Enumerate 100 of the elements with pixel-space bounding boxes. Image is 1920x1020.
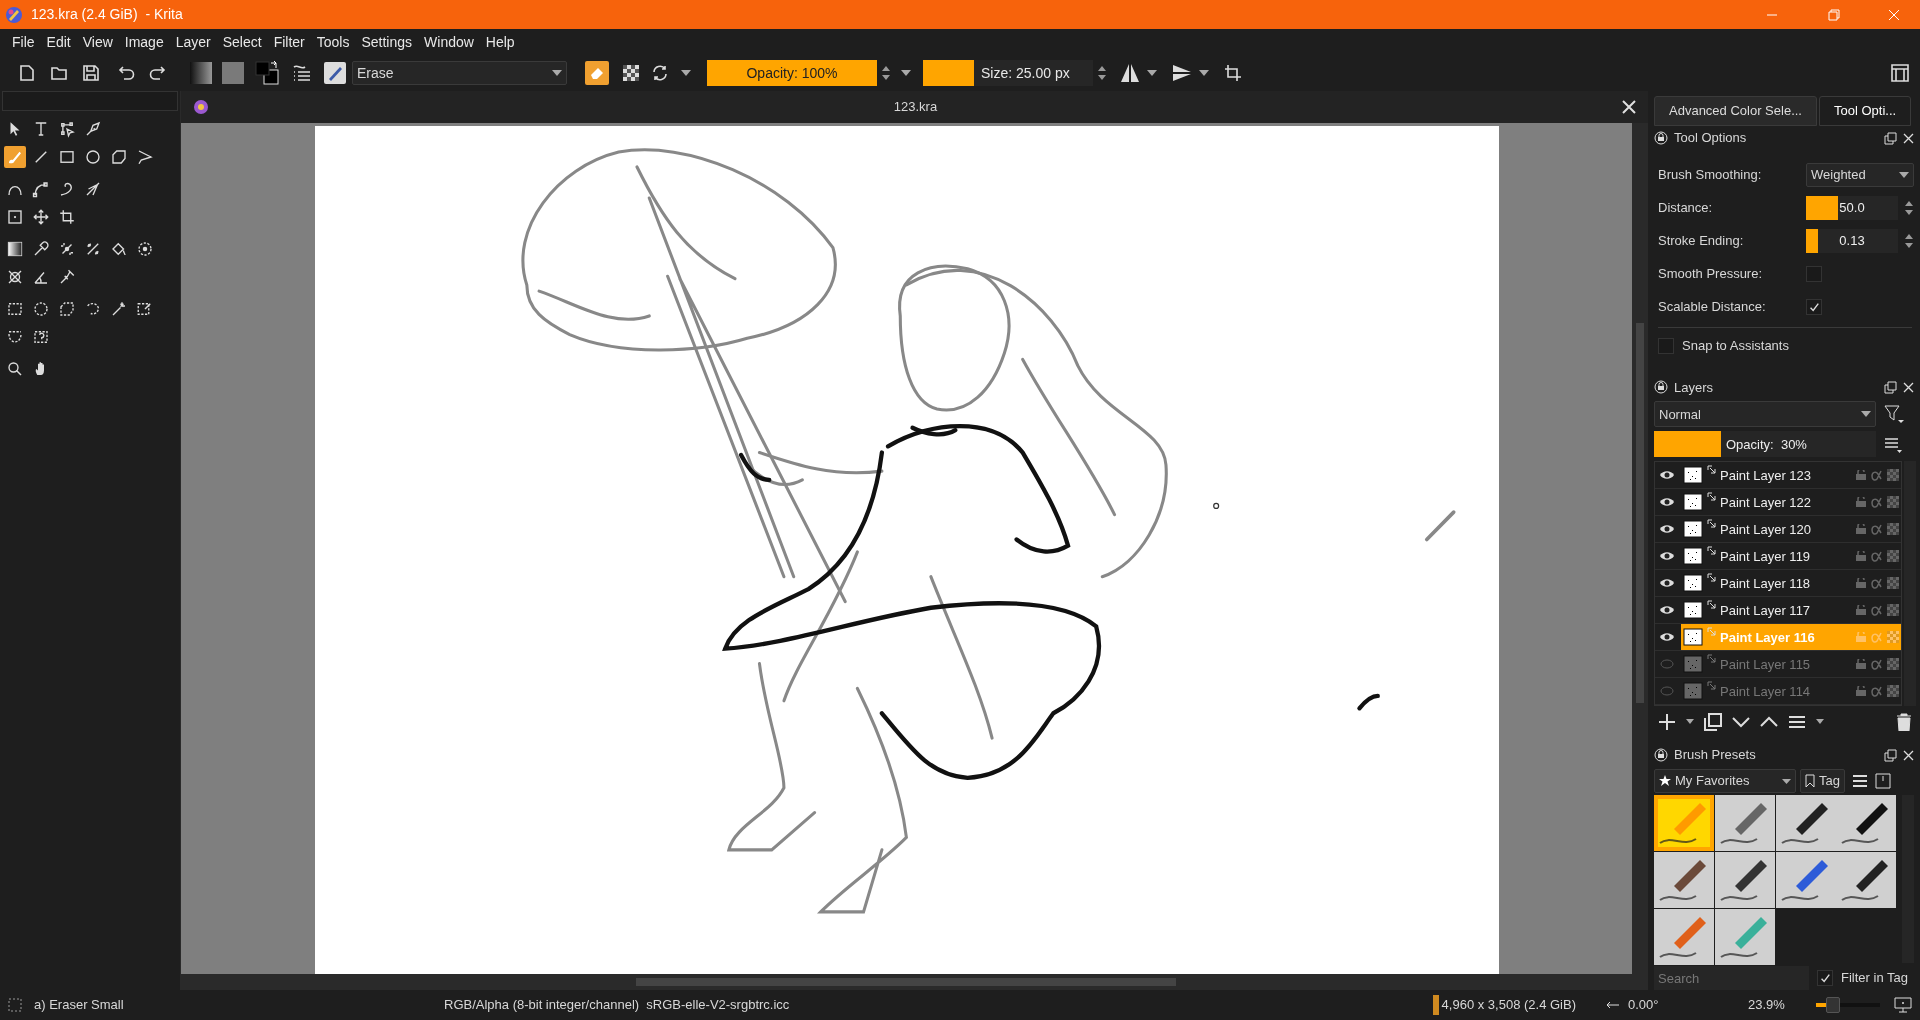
- import-icon[interactable]: [1874, 773, 1891, 789]
- slider-handle[interactable]: [1826, 997, 1840, 1013]
- lock-icon[interactable]: [1654, 748, 1668, 762]
- search-field[interactable]: Search: [1654, 966, 1809, 990]
- close-icon[interactable]: [1903, 381, 1914, 393]
- alpha-icon[interactable]: [1871, 604, 1883, 617]
- opacity-slider[interactable]: Opacity: 100%: [707, 60, 877, 86]
- layer-row[interactable]: Paint Layer 115: [1655, 651, 1901, 679]
- mirror-horizontal-icon[interactable]: [1119, 62, 1141, 84]
- alpha-icon[interactable]: [1871, 469, 1883, 482]
- float-icon[interactable]: [1884, 131, 1897, 145]
- alpha-lock-icon[interactable]: [1887, 523, 1899, 536]
- close-icon[interactable]: [1903, 132, 1914, 144]
- filter-icon[interactable]: [1884, 404, 1904, 425]
- menu-item[interactable]: Tools: [310, 31, 356, 53]
- close-icon[interactable]: [1622, 100, 1636, 114]
- vertical-scrollbar[interactable]: [1632, 123, 1648, 974]
- panels-layout-icon[interactable]: [1890, 63, 1910, 83]
- add-icon[interactable]: [1658, 712, 1676, 731]
- checkbox[interactable]: [1806, 265, 1822, 282]
- checkbox[interactable]: [1817, 970, 1833, 986]
- value-slider[interactable]: 0.13: [1806, 228, 1898, 253]
- alpha-lock-icon[interactable]: [1887, 604, 1899, 617]
- menu-item[interactable]: Window: [418, 31, 480, 53]
- close-icon[interactable]: [1903, 749, 1914, 761]
- menu-icon[interactable]: [1852, 775, 1867, 787]
- mirror-vertical-icon[interactable]: [1171, 62, 1193, 84]
- caret-icon[interactable]: [1199, 70, 1209, 76]
- alpha-icon[interactable]: [1871, 685, 1883, 698]
- gradient-swatch-icon[interactable]: [190, 62, 212, 84]
- layer-opacity-slider[interactable]: Opacity: 30%: [1654, 431, 1876, 458]
- brush-preset-thumbnail[interactable]: [1714, 852, 1775, 908]
- new-document-icon[interactable]: [18, 64, 36, 82]
- alpha-lock-icon[interactable]: [1887, 658, 1899, 671]
- menu-item[interactable]: Help: [479, 31, 521, 53]
- layer-row[interactable]: Paint Layer 122: [1655, 489, 1901, 517]
- float-icon[interactable]: [1884, 380, 1897, 394]
- float-icon[interactable]: [1884, 748, 1897, 762]
- brush-preset-thumbnail[interactable]: [1654, 909, 1714, 965]
- menu-item[interactable]: View: [76, 31, 119, 53]
- screen-icon[interactable]: [1894, 997, 1912, 1013]
- docker-tab[interactable]: Tool Opti...: [1818, 96, 1912, 126]
- checkbox[interactable]: [1806, 298, 1822, 315]
- alpha-lock-icon[interactable]: [1887, 550, 1899, 563]
- layer-row[interactable]: Paint Layer 114: [1655, 678, 1901, 706]
- reload-icon[interactable]: [651, 64, 669, 82]
- brush-preset-icon[interactable]: [324, 62, 346, 84]
- menu-item[interactable]: Select: [216, 31, 268, 53]
- brush-preset-thumbnail[interactable]: [1714, 909, 1775, 965]
- docker-tab[interactable]: Advanced Color Sele...: [1654, 96, 1817, 126]
- alpha-icon[interactable]: [1871, 658, 1883, 671]
- crop-icon[interactable]: [1223, 63, 1243, 83]
- brush-preset-thumbnail[interactable]: [1836, 852, 1897, 908]
- layer-row[interactable]: Paint Layer 118: [1655, 570, 1901, 598]
- caret-icon[interactable]: [901, 70, 911, 76]
- alpha-lock-icon[interactable]: [1887, 685, 1899, 698]
- tag-dropdown[interactable]: My Favorites: [1654, 769, 1796, 793]
- brush-preset-thumbnail[interactable]: [1654, 795, 1714, 851]
- menu-item[interactable]: Layer: [169, 31, 217, 53]
- alpha-lock-icon[interactable]: [623, 65, 639, 81]
- caret-icon[interactable]: [1816, 719, 1824, 725]
- menu-item[interactable]: File: [6, 31, 41, 53]
- save-icon[interactable]: [82, 64, 100, 82]
- brush-preset-thumbnail[interactable]: [1836, 795, 1897, 851]
- smoothing-dropdown[interactable]: Weighted: [1806, 162, 1914, 187]
- brush-preset-thumbnail[interactable]: [1714, 795, 1775, 851]
- horizontal-scrollbar[interactable]: [181, 974, 1648, 990]
- folder-icon[interactable]: [50, 64, 68, 82]
- brush-preset-thumbnail[interactable]: [1775, 795, 1836, 851]
- redo-icon[interactable]: [148, 64, 166, 82]
- alpha-icon[interactable]: [1871, 577, 1883, 590]
- brush-preset-thumbnail[interactable]: [1654, 852, 1714, 908]
- brush-settings-icon[interactable]: [292, 63, 312, 83]
- menu-item[interactable]: Edit: [40, 31, 77, 53]
- menu-item[interactable]: Image: [118, 31, 170, 53]
- caret-icon[interactable]: [681, 70, 691, 76]
- caret-icon[interactable]: [1686, 719, 1694, 725]
- selection-icon[interactable]: [8, 998, 22, 1012]
- caret-icon[interactable]: [1147, 70, 1157, 76]
- zoom-slider[interactable]: [1816, 996, 1880, 1014]
- layer-row[interactable]: Paint Layer 123: [1655, 462, 1901, 490]
- foreground-background-colors-icon[interactable]: [254, 60, 280, 86]
- alpha-icon[interactable]: [1871, 496, 1883, 509]
- alpha-lock-icon[interactable]: [1887, 496, 1899, 509]
- lock-icon[interactable]: [1654, 131, 1668, 145]
- size-slider[interactable]: Size: 25.00 px: [923, 60, 1093, 86]
- trash-icon[interactable]: [1896, 712, 1912, 731]
- blend-mode-dropdown[interactable]: Normal: [1654, 401, 1876, 428]
- alpha-lock-icon[interactable]: [1887, 469, 1899, 482]
- lock-icon[interactable]: [1654, 380, 1668, 395]
- layer-row[interactable]: Paint Layer 120: [1655, 516, 1901, 544]
- tag-button[interactable]: Tag: [1800, 769, 1845, 793]
- value-slider[interactable]: 50.0: [1806, 195, 1898, 220]
- brush-preset-dropdown[interactable]: Erase: [352, 61, 567, 85]
- checkbox[interactable]: [1658, 338, 1674, 355]
- alpha-lock-icon[interactable]: [1887, 577, 1899, 590]
- layer-row[interactable]: Paint Layer 119: [1655, 543, 1901, 571]
- menu-item[interactable]: Settings: [355, 31, 419, 53]
- brush-preset-thumbnail[interactable]: [1775, 852, 1836, 908]
- menu-item[interactable]: Filter: [267, 31, 311, 53]
